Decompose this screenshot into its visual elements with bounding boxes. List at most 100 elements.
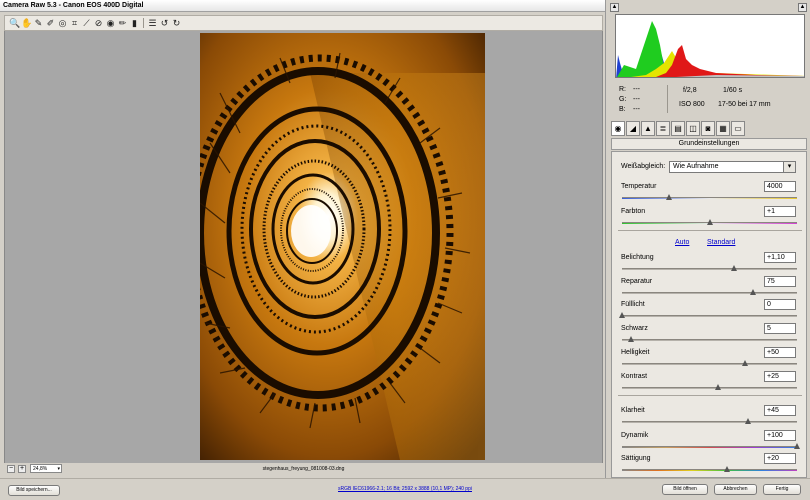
klarheit-slider-handle[interactable] [745,418,751,424]
target-adjustment-tool[interactable]: ◎ [57,17,68,29]
belichtung-slider[interactable] [622,265,797,271]
hsl-icon: ≣ [659,124,667,133]
temperatur-label: Temperatur [621,183,657,190]
fuelllicht-slider-handle[interactable] [619,312,625,318]
hand-tool[interactable]: ✋ [21,17,32,29]
spiral-staircase-image [200,33,485,460]
fuelllicht-label: Fülllicht [621,301,645,308]
kontrast-slider-handle[interactable] [715,384,722,390]
dynamik-slider-handle[interactable] [794,443,800,449]
highlight-clipping-warning-button[interactable]: ▲ [798,3,807,12]
straighten-icon: ⟋ [83,18,90,28]
white-balance-value: Wie Aufnahme [673,163,719,170]
lens-icon: ◫ [689,124,697,133]
standard-link[interactable]: Standard [707,239,735,246]
rotate-right-button[interactable]: ↻ [171,17,182,29]
saettigung-slider-handle[interactable] [724,466,730,472]
fuelllicht-slider[interactable] [619,312,797,318]
window-title: Camera Raw 5.3 - Canon EOS 400D Digital [3,2,144,9]
saettigung-slider[interactable] [622,466,797,472]
zoom-tool[interactable]: 🔍 [9,17,20,29]
helligkeit-slider[interactable] [622,360,797,366]
kontrast-value-input[interactable]: +25 [764,371,796,382]
image-preview-area[interactable] [4,31,603,463]
shadow-clipping-warning-button[interactable]: ▲ [610,3,619,12]
shutter-value: 1/60 s [723,87,743,94]
graduated-filter-tool[interactable]: ▮ [129,17,140,29]
helligkeit-slider-handle[interactable] [741,360,748,366]
tab-split-toning[interactable]: ▤ [671,121,685,136]
histogram-graph [616,21,804,77]
reparatur-slider-handle[interactable] [750,289,757,295]
spot-removal-tool[interactable]: ⊘ [93,17,104,29]
g-value: --- [633,96,640,103]
workflow-options-link[interactable]: sRGB IEC61966-2.1; 16 Bit; 2592 x 3888 (… [320,486,490,492]
tab-camera-calibration[interactable]: ◙ [701,121,715,136]
eyedropper-icon: ✎ [34,18,43,28]
color-sampler-tool[interactable]: ✐ [45,17,56,29]
schwarz-slider-handle[interactable] [627,336,634,342]
open-image-button[interactable]: Bild öffnen [662,484,708,495]
farbton-slider-handle[interactable] [706,219,713,225]
straighten-tool[interactable]: ⟋ [81,17,92,29]
tab-lens-corrections[interactable]: ◫ [686,121,700,136]
b-value: --- [633,106,640,113]
farbton-value-input[interactable]: +1 [764,206,796,217]
dynamik-label: Dynamik [621,432,649,439]
white-balance-dropdown-button[interactable]: ▾ [783,161,796,173]
hand-icon: ✋ [21,18,33,28]
temperatur-slider-handle[interactable] [666,194,673,200]
presets-icon: ▦ [719,124,727,133]
tab-hsl[interactable]: ≣ [656,121,670,136]
info-divider [667,85,668,113]
panel-title: Grundeinstellungen [611,138,807,150]
schwarz-slider[interactable] [622,336,797,342]
schwarz-value-input[interactable]: 5 [764,323,796,334]
tab-details[interactable]: ▲ [641,121,655,136]
auto-link[interactable]: Auto [675,239,689,246]
section-divider [618,395,802,396]
crop-icon: ⌗ [71,18,78,28]
farbton-slider[interactable] [622,219,797,225]
dynamik-slider[interactable] [622,443,800,449]
kontrast-slider[interactable] [622,384,797,390]
klarheit-value-input[interactable]: +45 [764,405,796,416]
belichtung-label: Belichtung [621,254,654,261]
graduated-filter-icon: ▮ [132,18,137,28]
camera-icon: ◙ [705,124,711,133]
pixel-info: R: --- G: --- B: --- f/2,8 1/60 s ISO 80… [615,83,805,116]
preferences-icon: ☰ [148,18,157,28]
tab-presets[interactable]: ▦ [716,121,730,136]
adjustment-panel: ▲ ▲ R: --- G: --- B: --- f/2,8 1/60 s IS… [605,0,810,478]
klarheit-slider[interactable] [622,418,797,424]
white-balance-label: Weißabgleich: [621,163,666,170]
save-image-button[interactable]: Bild speichern... [8,485,60,496]
tab-gradationskurve[interactable]: ◢ [626,121,640,136]
saettigung-value-input[interactable]: +20 [764,453,796,464]
spot-removal-icon: ⊘ [94,18,103,28]
belichtung-value-input[interactable]: +1,10 [764,252,796,263]
photo-preview[interactable] [200,33,485,460]
temperatur-slider[interactable] [622,194,797,200]
reparatur-slider[interactable] [622,289,797,295]
helligkeit-value-input[interactable]: +50 [764,347,796,358]
belichtung-slider-handle[interactable] [731,265,737,271]
dynamik-value-input[interactable]: +100 [764,430,796,441]
temperatur-value-input[interactable]: 4000 [764,181,796,192]
fuelllicht-value-input[interactable]: 0 [764,299,796,310]
iso-value: ISO 800 [679,101,705,108]
cancel-button[interactable]: Abbrechen [714,484,757,495]
tab-snapshots[interactable]: ▭ [731,121,745,136]
adjustment-brush-tool[interactable]: ✏ [117,17,128,29]
reparatur-value-input[interactable]: 75 [764,276,796,287]
white-balance-tool[interactable]: ✎ [33,17,44,29]
done-button[interactable]: Fertig [763,484,801,495]
file-name: stegenhaus_freyung_081008-03.dng [262,466,345,472]
white-balance-select[interactable]: Wie Aufnahme [669,161,796,173]
rotate-left-button[interactable]: ↺ [159,17,170,29]
crop-tool[interactable]: ⌗ [69,17,80,29]
red-eye-tool[interactable]: ◉ [105,17,116,29]
preferences-button[interactable]: ☰ [147,17,158,29]
tab-grundeinstellungen[interactable]: ◉ [611,121,625,136]
status-bar: − + 24,8% ▾ stegenhaus_freyung_081008-03.… [4,463,603,475]
